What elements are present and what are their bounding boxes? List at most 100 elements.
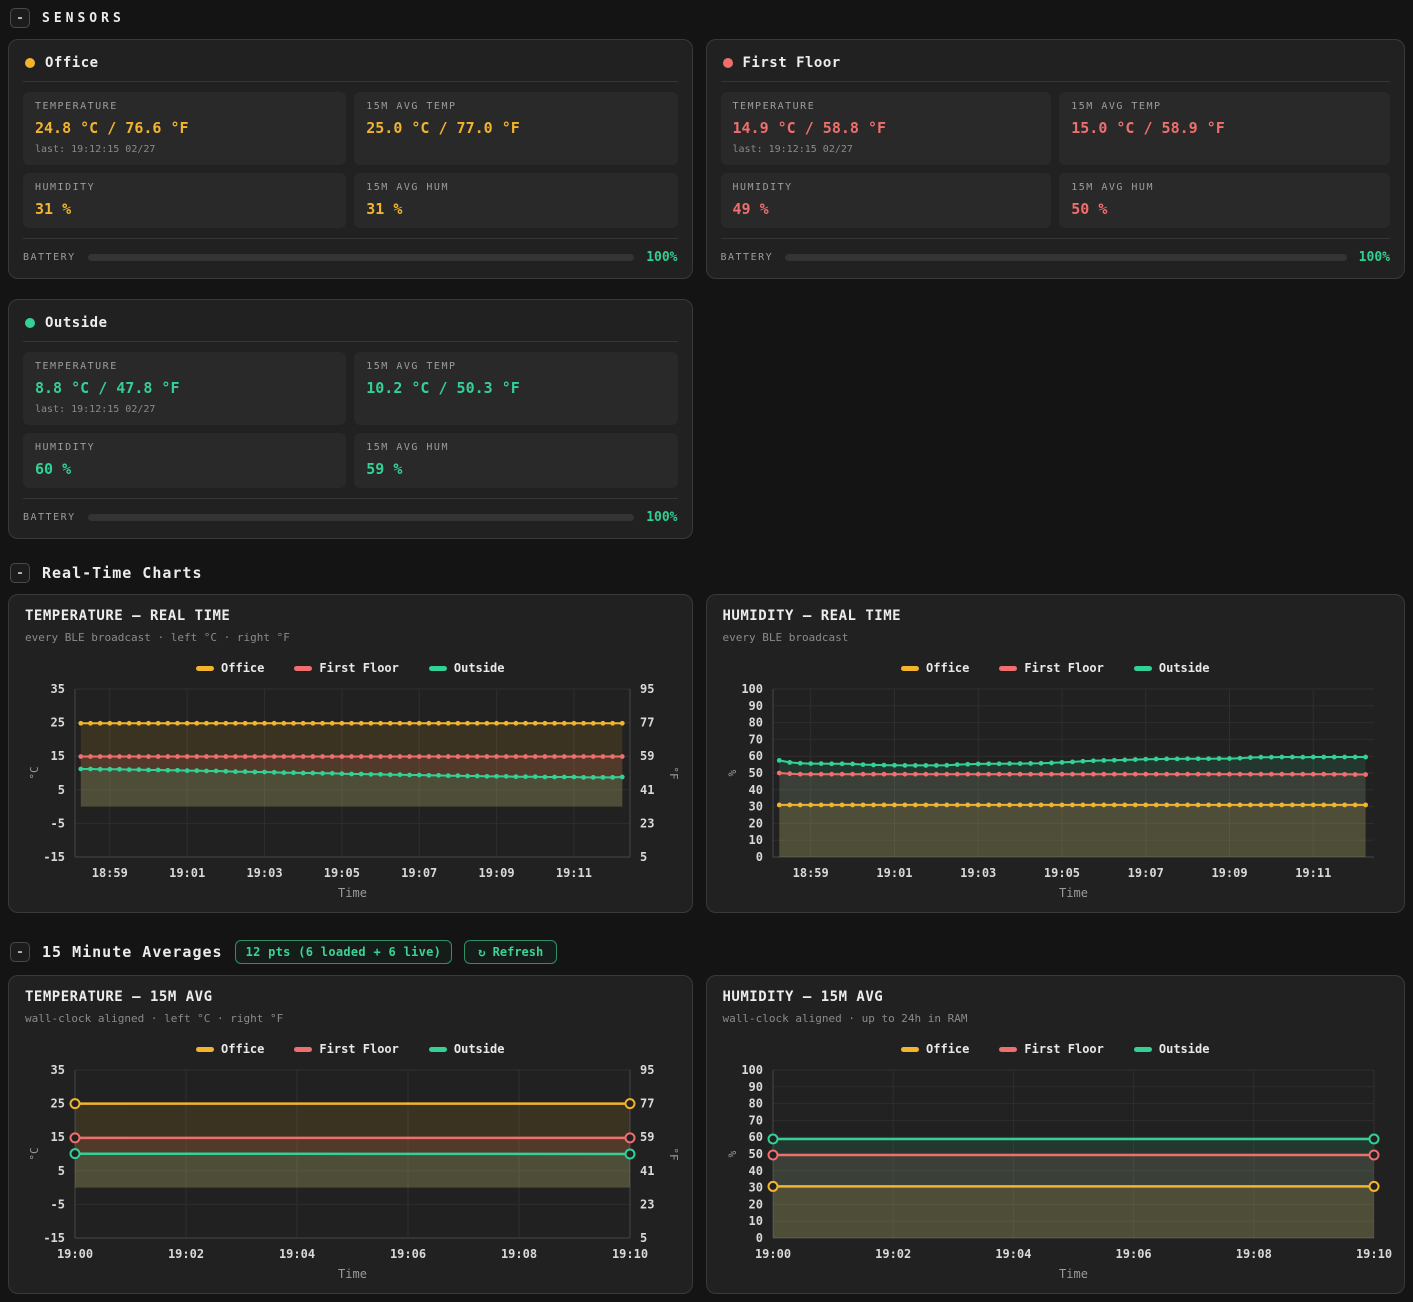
legend-item[interactable]: Outside <box>429 661 505 675</box>
legend-label: Outside <box>1159 661 1210 675</box>
svg-text:15: 15 <box>51 1130 65 1144</box>
avg-temp-label: 15M AVG TEMP <box>366 101 665 112</box>
svg-text:60: 60 <box>748 749 762 763</box>
legend-item[interactable]: First Floor <box>999 1042 1103 1056</box>
humidity-value: 31 % <box>35 200 334 218</box>
legend-item[interactable]: First Floor <box>294 1042 398 1056</box>
svg-text:18:59: 18:59 <box>792 866 828 880</box>
legend-swatch <box>901 1047 919 1052</box>
legend-item[interactable]: Outside <box>429 1042 505 1056</box>
temperature-label: TEMPERATURE <box>35 361 334 372</box>
chart-title: TEMPERATURE — 15M AVG <box>25 989 676 1005</box>
svg-text:19:01: 19:01 <box>876 866 912 880</box>
svg-text:80: 80 <box>748 716 762 730</box>
legend-item[interactable]: Outside <box>1134 661 1210 675</box>
chart-subtitle: every BLE broadcast · left °C · right °F <box>25 631 676 644</box>
averages-charts-grid: TEMPERATURE — 15M AVG wall-clock aligned… <box>8 975 1405 1294</box>
averages-collapse-button[interactable]: - <box>10 942 30 962</box>
chart-title: TEMPERATURE — REAL TIME <box>25 608 676 624</box>
legend-label: First Floor <box>1024 1042 1103 1056</box>
last-reading-timestamp: last: 19:12:15 02/27 <box>35 144 334 155</box>
battery-row: BATTERY 100% <box>721 239 1390 265</box>
legend-item[interactable]: Outside <box>1134 1042 1210 1056</box>
sensor-card-header: Outside <box>23 311 678 341</box>
avg-hum-tile: 15M AVG HUM 31 % <box>354 173 677 228</box>
svg-text:19:08: 19:08 <box>501 1247 537 1261</box>
legend-swatch <box>901 666 919 671</box>
battery-percent: 100% <box>646 250 677 265</box>
svg-text:10: 10 <box>748 1214 762 1228</box>
svg-text:19:10: 19:10 <box>1355 1247 1391 1261</box>
svg-text:0: 0 <box>755 850 762 864</box>
sensor-name: Office <box>45 55 99 71</box>
legend-label: Office <box>926 1042 969 1056</box>
temperature-tile: TEMPERATURE 24.8 °C / 76.6 °F last: 19:1… <box>23 92 346 165</box>
avg-temp-value: 15.0 °C / 58.9 °F <box>1071 119 1378 137</box>
legend-item[interactable]: First Floor <box>294 661 398 675</box>
legend-swatch <box>429 1047 447 1052</box>
averages-section-header: - 15 Minute Averages 12 pts (6 loaded + … <box>10 940 1405 964</box>
metric-tiles: TEMPERATURE 8.8 °C / 47.8 °F last: 19:12… <box>23 352 678 488</box>
battery-row: BATTERY 100% <box>23 239 678 265</box>
legend-swatch <box>196 1047 214 1052</box>
svg-text:95: 95 <box>640 1063 654 1077</box>
svg-text:18:59: 18:59 <box>92 866 128 880</box>
avg-temp-tile: 15M AVG TEMP 15.0 °C / 58.9 °F <box>1059 92 1390 165</box>
legend-item[interactable]: First Floor <box>999 661 1103 675</box>
temp-realtime-chart-card: TEMPERATURE — REAL TIME every BLE broadc… <box>8 594 693 913</box>
svg-text:80: 80 <box>748 1097 762 1111</box>
svg-text:19:09: 19:09 <box>479 866 515 880</box>
sensors-collapse-button[interactable]: - <box>10 8 30 28</box>
chart-legend: Office First Floor Outside <box>723 1042 1388 1056</box>
svg-text:19:04: 19:04 <box>279 1247 315 1261</box>
humidity-avg-chart-card: HUMIDITY — 15M AVG wall-clock aligned · … <box>706 975 1405 1294</box>
realtime-collapse-button[interactable]: - <box>10 563 30 583</box>
chart-subtitle: every BLE broadcast <box>723 631 1388 644</box>
legend-item[interactable]: Office <box>901 1042 969 1056</box>
svg-text:19:11: 19:11 <box>1295 866 1331 880</box>
divider <box>23 341 678 342</box>
avg-temp-tile: 15M AVG TEMP 10.2 °C / 50.3 °F <box>354 352 677 425</box>
svg-text:19:07: 19:07 <box>1127 866 1163 880</box>
svg-text:25: 25 <box>51 1097 65 1111</box>
legend-item[interactable]: Office <box>901 661 969 675</box>
humidity-value: 60 % <box>35 460 334 478</box>
svg-text:25: 25 <box>51 716 65 730</box>
svg-text:19:08: 19:08 <box>1235 1247 1271 1261</box>
svg-text:19:09: 19:09 <box>1211 866 1247 880</box>
svg-text:19:06: 19:06 <box>390 1247 426 1261</box>
humidity-tile: HUMIDITY 60 % <box>23 433 346 488</box>
svg-text:5: 5 <box>58 1164 65 1178</box>
battery-label: BATTERY <box>23 252 76 263</box>
humidity-tile: HUMIDITY 49 % <box>721 173 1052 228</box>
svg-text:19:07: 19:07 <box>401 866 437 880</box>
legend-swatch <box>999 1047 1017 1052</box>
svg-text:Time: Time <box>1059 1267 1088 1281</box>
legend-item[interactable]: Office <box>196 661 264 675</box>
legend-label: Office <box>221 661 264 675</box>
svg-text:19:04: 19:04 <box>995 1247 1031 1261</box>
avg-hum-tile: 15M AVG HUM 50 % <box>1059 173 1390 228</box>
svg-text:-5: -5 <box>51 1197 65 1211</box>
chart-legend: Office First Floor Outside <box>723 661 1388 675</box>
last-reading-timestamp: last: 19:12:15 02/27 <box>733 144 1040 155</box>
svg-text:30: 30 <box>748 1181 762 1195</box>
sensor-name: First Floor <box>743 55 841 71</box>
sensor-card-header: Office <box>23 51 678 81</box>
sensor-card-outside: Outside TEMPERATURE 8.8 °C / 47.8 °F las… <box>8 299 693 539</box>
svg-text:41: 41 <box>640 783 654 797</box>
refresh-button[interactable]: ↻ Refresh <box>464 940 557 964</box>
svg-text:19:03: 19:03 <box>246 866 282 880</box>
status-dot <box>25 318 35 328</box>
legend-label: First Floor <box>1024 661 1103 675</box>
metric-tiles: TEMPERATURE 24.8 °C / 76.6 °F last: 19:1… <box>23 92 678 228</box>
legend-item[interactable]: Office <box>196 1042 264 1056</box>
avg-hum-tile: 15M AVG HUM 59 % <box>354 433 677 488</box>
legend-label: First Floor <box>319 661 398 675</box>
svg-text:40: 40 <box>748 1164 762 1178</box>
svg-text:77: 77 <box>640 716 654 730</box>
sensor-card-office: Office TEMPERATURE 24.8 °C / 76.6 °F las… <box>8 39 693 279</box>
svg-text:50: 50 <box>748 1147 762 1161</box>
svg-text:15: 15 <box>51 749 65 763</box>
legend-label: First Floor <box>319 1042 398 1056</box>
